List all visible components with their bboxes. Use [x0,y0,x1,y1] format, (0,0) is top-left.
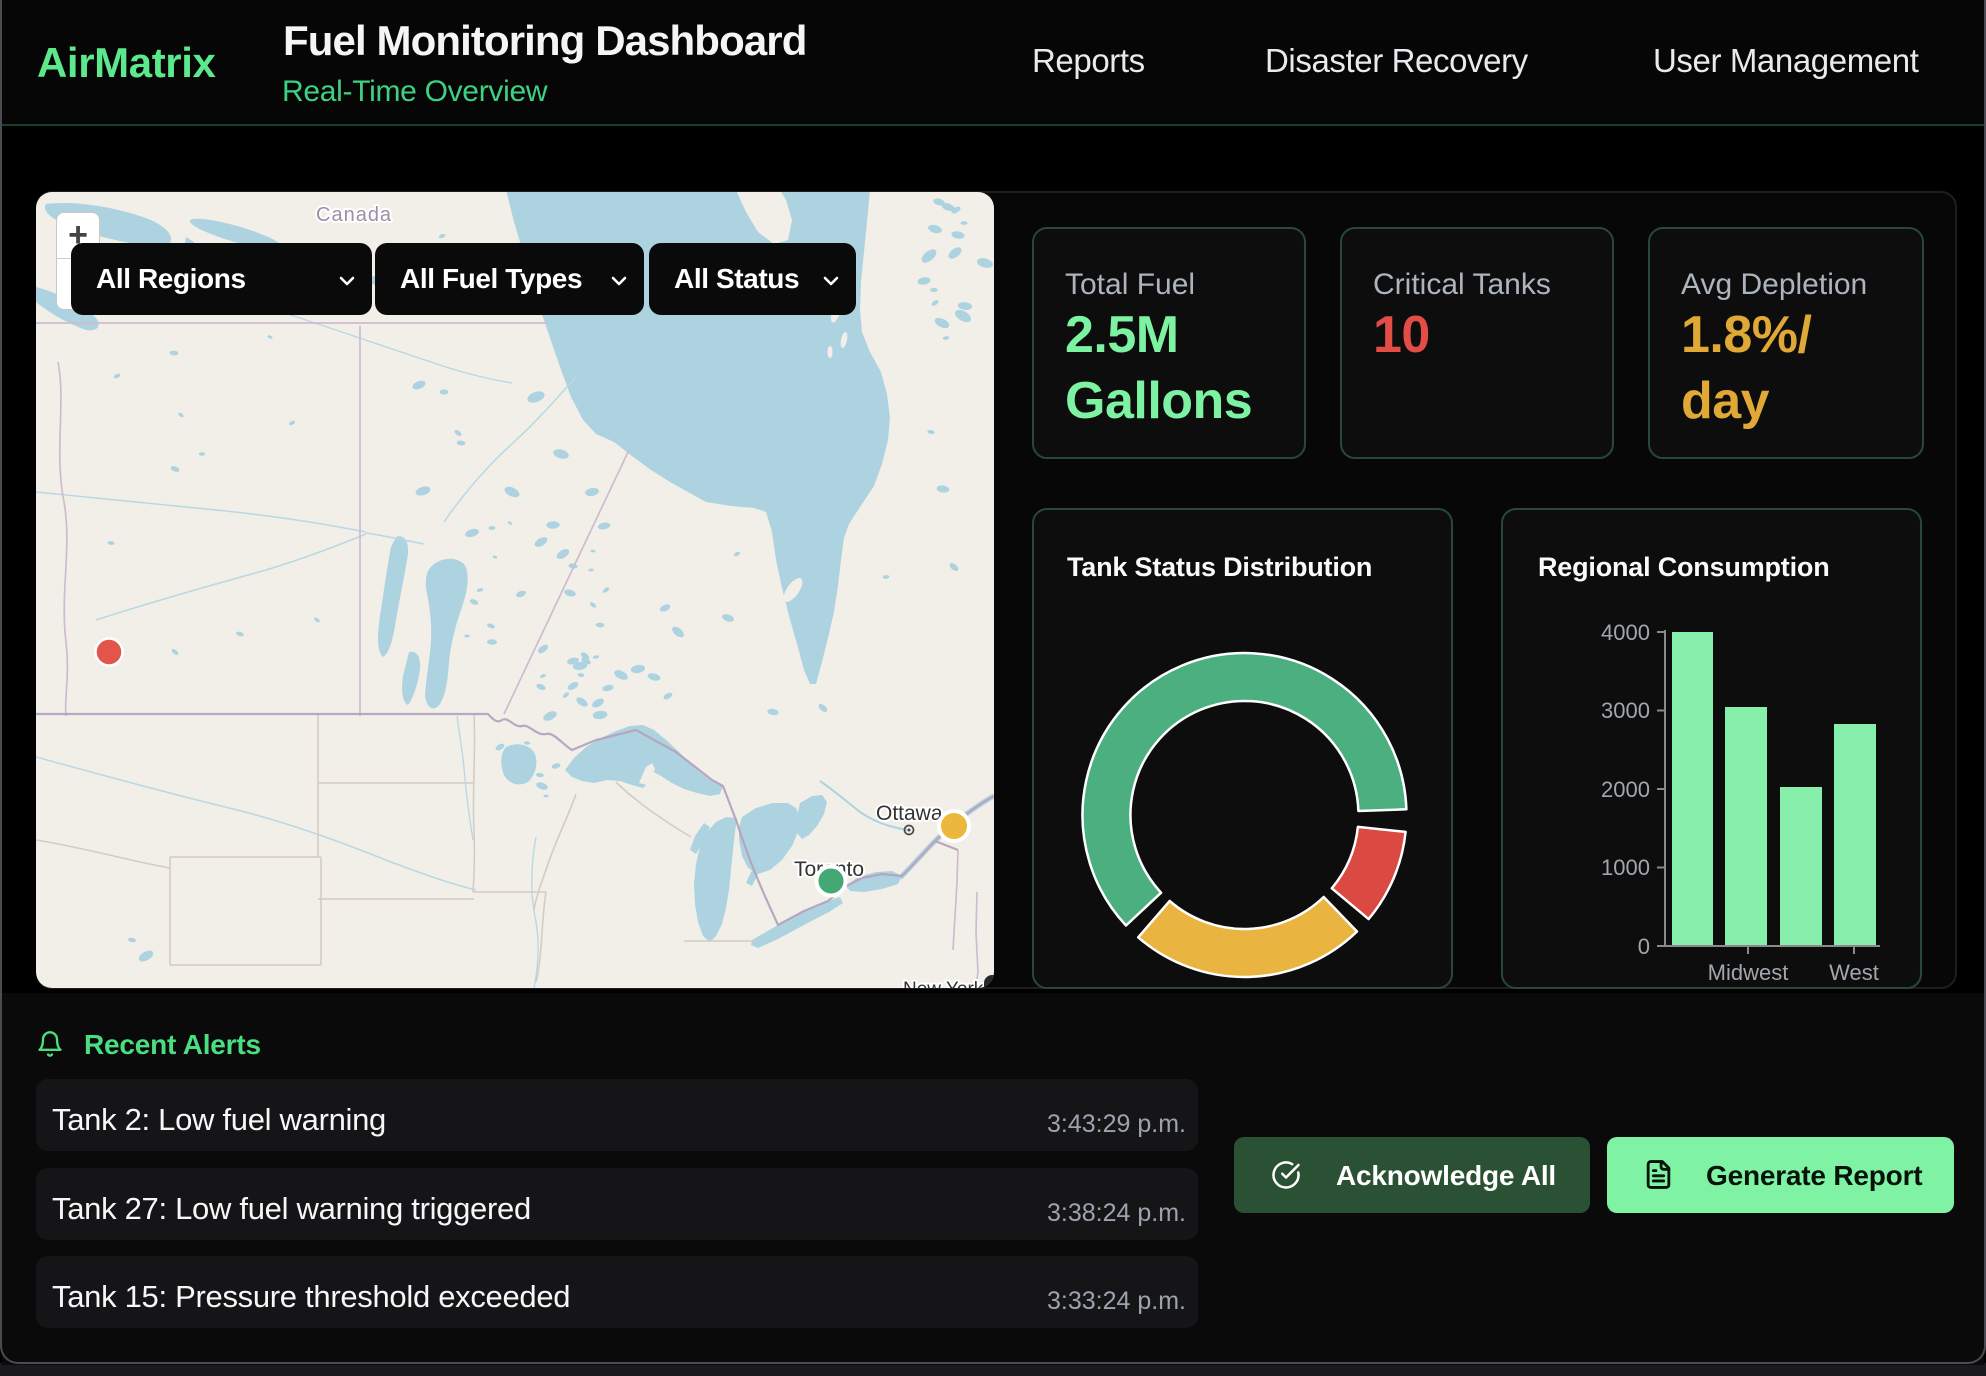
svg-text:1000: 1000 [1601,855,1650,880]
svg-text:Canada: Canada [316,204,392,226]
svg-text:2000: 2000 [1601,777,1650,802]
svg-text:4000: 4000 [1601,620,1650,645]
svg-text:0: 0 [1638,934,1650,959]
svg-text:West: West [1829,960,1879,985]
svg-text:Ottawa: Ottawa [876,802,943,825]
svg-text:New York: New York [903,979,984,988]
svg-text:Midwest: Midwest [1708,960,1789,985]
svg-text:3000: 3000 [1601,698,1650,723]
